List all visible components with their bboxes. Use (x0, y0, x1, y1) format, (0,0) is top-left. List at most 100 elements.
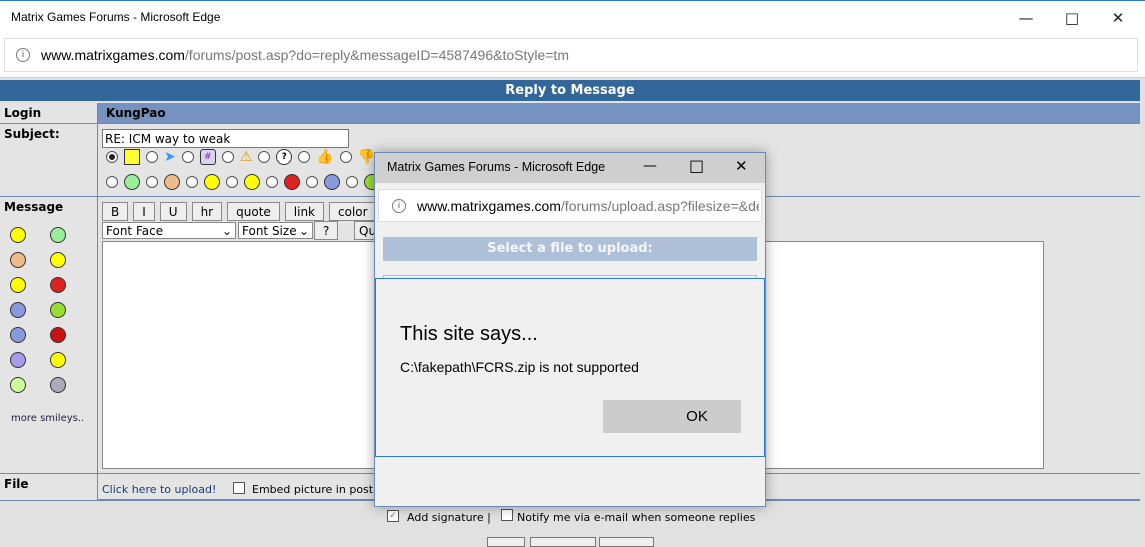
chevron-down-icon: ⌄ (221, 223, 232, 238)
popup-minimize-button[interactable]: — (643, 158, 657, 174)
icon-row-1: ➤ # ⚠ ? 👍 👎 (106, 149, 375, 165)
warning-icon: ⚠ (239, 149, 253, 165)
thinking-smiley-icon[interactable] (50, 352, 66, 368)
add-signature-label: Add signature | (407, 511, 491, 524)
sleepy-smiley-icon[interactable] (10, 327, 26, 343)
wink-smiley-icon[interactable] (50, 252, 66, 268)
notify-label: Notify me via e-mail when someone replie… (517, 511, 756, 524)
font-face-value: Font Face (106, 223, 164, 238)
shocked-smiley-icon[interactable] (10, 352, 26, 368)
upload-link[interactable]: Click here to upload! (102, 483, 216, 496)
help-button[interactable]: ? (314, 221, 339, 240)
url-text: www.matrixgames.com/forums/post.asp?do=r… (41, 47, 569, 63)
dancing-smiley-icon[interactable] (50, 377, 66, 393)
subject-input[interactable] (102, 129, 349, 148)
post-icon-radio[interactable] (298, 151, 311, 163)
ok-button[interactable]: OK (603, 400, 741, 433)
question-icon: ? (276, 149, 293, 165)
color-button[interactable]: color (329, 202, 377, 221)
note-icon (124, 149, 140, 165)
message-label: Message (4, 200, 64, 214)
font-face-select[interactable]: Font Face ⌄ (102, 222, 236, 239)
underline-button[interactable]: U (159, 202, 187, 221)
cool-smiley-icon (164, 174, 180, 190)
post-icon-radio[interactable] (221, 151, 234, 163)
post-icon-radio[interactable] (106, 176, 118, 188)
sad-smiley-icon[interactable] (10, 302, 26, 318)
add-signature-checkbox[interactable]: ✓ (387, 510, 399, 522)
cool-smiley-icon[interactable] (10, 252, 26, 268)
minimize-button[interactable]: — (1003, 5, 1049, 31)
post-icon-radio[interactable] (186, 176, 198, 188)
post-icon-radio[interactable] (266, 176, 278, 188)
angry-smiley-icon[interactable] (50, 277, 66, 293)
icon-row-2 (106, 174, 380, 190)
embed-checkbox[interactable] (233, 482, 245, 494)
window-title: Matrix Games Forums - Microsoft Edge (11, 10, 221, 24)
column-divider (97, 103, 98, 501)
maximize-button[interactable]: □ (1049, 5, 1095, 31)
font-size-value: Font Size (242, 223, 297, 238)
eek-smiley-icon[interactable] (10, 377, 26, 393)
grin-smiley-icon[interactable] (50, 227, 66, 243)
alert-title: This site says... (400, 323, 538, 345)
post-icon-radio[interactable] (226, 176, 238, 188)
post-icon-radio[interactable] (258, 151, 271, 163)
submit-button[interactable] (487, 537, 525, 547)
popup-title: Matrix Games Forums - Microsoft Edge (387, 160, 606, 174)
alert-dialog: This site says... C:\fakepath\FCRS.zip i… (375, 278, 765, 457)
smile-icon[interactable] (10, 227, 26, 243)
post-icon-radio[interactable] (306, 176, 318, 188)
format-toolbar: B I U hr quote link color (102, 202, 377, 221)
info-icon[interactable]: i (16, 48, 30, 62)
quote-button[interactable]: quote (227, 202, 280, 221)
address-bar: i www.matrixgames.com/forums/post.asp?do… (0, 34, 1145, 78)
post-icon-radio[interactable] (106, 151, 118, 163)
subject-label: Subject: (0, 124, 97, 197)
popup-close-button[interactable]: ✕ (735, 157, 748, 175)
file-label: File (0, 474, 97, 501)
thumbs-down-icon: 👎 (357, 149, 376, 165)
close-button[interactable]: ✕ (1095, 5, 1141, 31)
angry-smiley-icon (284, 174, 300, 190)
popup-url-field[interactable]: i www.matrixgames.com/forums/upload.asp?… (378, 189, 762, 222)
bold-button[interactable]: B (102, 202, 129, 221)
message-label-cell: Message more smileys.. (0, 197, 97, 474)
popup-maximize-button[interactable]: □ (689, 156, 704, 175)
arrow-icon: ➤ (164, 149, 176, 165)
italic-button[interactable]: I (133, 202, 155, 221)
post-icon-radio[interactable] (339, 151, 352, 163)
browser-titlebar: Matrix Games Forums - Microsoft Edge — □… (0, 0, 1145, 34)
popup-url-text: www.matrixgames.com/forums/upload.asp?fi… (417, 198, 759, 214)
thumbs-up-icon: 👍 (316, 149, 334, 165)
popup-header: Select a file to upload: (383, 237, 757, 261)
confused-smiley-icon[interactable] (10, 277, 26, 293)
link-button[interactable]: link (284, 202, 325, 221)
preview-button[interactable] (530, 537, 596, 547)
font-size-select[interactable]: Font Size ⌄ (238, 222, 313, 239)
post-icon-radio[interactable] (346, 176, 358, 188)
page-header: Reply to Message (0, 80, 1140, 101)
chevron-down-icon: ⌄ (298, 223, 309, 238)
more-smileys-link[interactable]: more smileys.. (11, 413, 84, 424)
hr-button[interactable]: hr (191, 202, 223, 221)
cancel-button[interactable] (599, 537, 654, 547)
hash-icon: # (199, 149, 216, 165)
url-field[interactable]: i www.matrixgames.com/forums/post.asp?do… (4, 38, 1138, 72)
tongue-smiley-icon[interactable] (50, 302, 66, 318)
post-icon-radio[interactable] (146, 151, 158, 163)
sad-smiley-icon (324, 174, 340, 190)
smiley-panel (10, 227, 70, 393)
login-label: Login (0, 103, 97, 124)
embed-label: Embed picture in post (252, 483, 374, 496)
post-icon-radio[interactable] (146, 176, 158, 188)
info-icon[interactable]: i (392, 199, 406, 213)
post-icon-radio[interactable] (181, 151, 194, 163)
alert-message: C:\fakepath\FCRS.zip is not supported (400, 359, 639, 375)
smile-icon (204, 174, 220, 190)
notify-checkbox[interactable] (501, 509, 513, 521)
login-value: KungPao (98, 103, 1140, 124)
confused-smiley-icon (244, 174, 260, 190)
popup-titlebar: Matrix Games Forums - Microsoft Edge — □… (375, 153, 765, 183)
red-smiley-icon[interactable] (50, 327, 66, 343)
